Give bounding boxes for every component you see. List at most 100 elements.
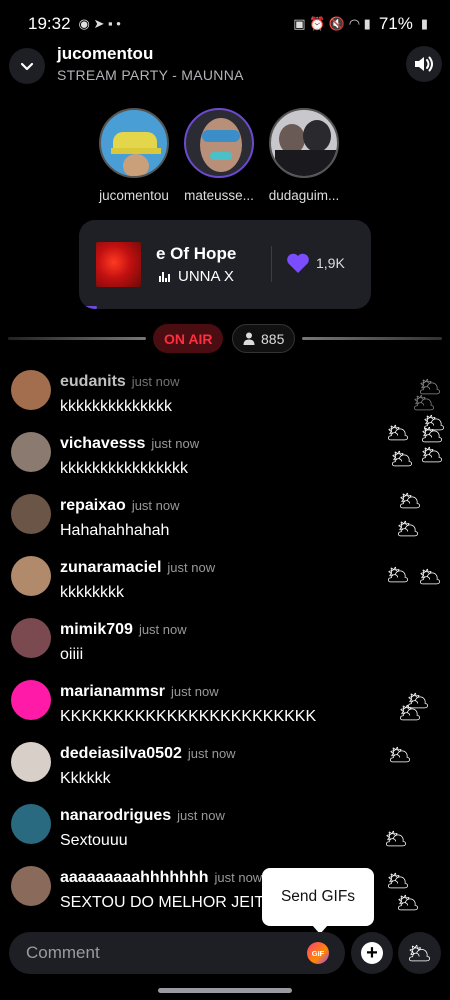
collapse-button[interactable] xyxy=(9,48,45,84)
chat-text: Hahahahhahah xyxy=(60,522,170,539)
participant[interactable]: dudaguim... xyxy=(268,108,340,203)
participant[interactable]: jucomentou xyxy=(98,108,170,203)
chat-username-text: mimik709 xyxy=(60,621,133,638)
divider xyxy=(302,337,442,340)
divider xyxy=(8,337,146,340)
avatar[interactable] xyxy=(11,680,51,720)
notification-icons: ◉ ➤ ▪ • xyxy=(78,16,121,31)
chat-timestamp: just now xyxy=(151,436,200,451)
on-air-badge: ON AIR xyxy=(153,324,224,353)
plus-icon: + xyxy=(361,942,383,964)
avatar[interactable] xyxy=(11,494,51,534)
status-time: 19:32 xyxy=(28,14,71,33)
chat-message: marianammsr just now KKKKKKKKKKKKKKKKKKKK… xyxy=(0,676,400,738)
chat-timestamp: just now xyxy=(167,560,216,575)
chat-message: eudanits just now kkkkkkkkkkkkkk xyxy=(0,368,400,428)
chat-username[interactable]: mimik709 just now xyxy=(60,621,187,639)
chat-text: KKKKKKKKKKKKKKKKKKKKKKKK xyxy=(60,708,317,725)
cloud-sun-icon: 🌥 xyxy=(418,567,443,588)
system-icons: ▣ ⏰ 🔇 ◠ ▮ xyxy=(293,16,371,31)
speaker-icon xyxy=(415,56,433,72)
track-progress-fill xyxy=(79,306,97,309)
status-left: 19:32 ◉ ➤ ▪ • xyxy=(28,14,121,34)
album-art xyxy=(96,242,141,287)
chat-username-text: vichavesss xyxy=(60,435,146,452)
chat-username[interactable]: repaixao just now xyxy=(60,497,180,515)
avatar[interactable] xyxy=(11,432,51,472)
now-playing-card[interactable]: e Of Hope UNNA X 1,9K xyxy=(79,220,371,309)
cloud-sun-icon: 🌥 xyxy=(396,519,421,540)
chat-username[interactable]: eudanits just now xyxy=(60,373,180,391)
person-icon xyxy=(243,332,255,345)
send-gifs-tooltip: Send GIFs xyxy=(262,868,374,934)
chat-username-text: aaaaaaaaahhhhhhh xyxy=(60,869,209,886)
gif-button[interactable]: GIF xyxy=(307,942,329,964)
chat-username-text: nanarodrigues xyxy=(60,807,172,824)
comment-composer: GIF + 🌥 xyxy=(0,932,450,974)
track-progress xyxy=(79,306,371,309)
avatar xyxy=(184,108,254,178)
cloud-sun-icon: 🌥 xyxy=(388,745,413,766)
cloud-sun-icon: 🌥 xyxy=(412,393,437,414)
status-right: ▣ ⏰ 🔇 ◠ ▮ 71% ▮ xyxy=(293,14,428,34)
viewer-count-badge[interactable]: 885 xyxy=(232,324,296,353)
like-count: 1,9K xyxy=(316,255,345,271)
chat-message: zunaramaciel just now kkkkkkkk xyxy=(0,552,400,614)
track-title: e Of Hope xyxy=(156,244,237,263)
cloud-sun-icon: 🌥 xyxy=(384,829,409,850)
chat-username[interactable]: nanarodrigues just now xyxy=(60,807,225,825)
chat-timestamp: just now xyxy=(131,374,180,389)
chat-username[interactable]: dedeiasilva0502 just now xyxy=(60,745,236,763)
chat-username[interactable]: zunaramaciel just now xyxy=(60,559,215,577)
comment-input[interactable] xyxy=(9,932,345,974)
equalizer-icon xyxy=(159,271,170,282)
add-button[interactable]: + xyxy=(351,932,393,974)
avatar[interactable] xyxy=(11,618,51,658)
participant-name: jucomentou xyxy=(99,188,169,203)
cloud-sun-icon: 🌥 xyxy=(398,491,423,512)
chat-username[interactable]: vichavesss just now xyxy=(60,435,199,453)
avatar[interactable] xyxy=(11,804,51,844)
home-indicator[interactable] xyxy=(158,988,292,993)
chat-message: dedeiasilva0502 just now Kkkkkk xyxy=(0,738,400,800)
avatar xyxy=(269,108,339,178)
avatar[interactable] xyxy=(11,866,51,906)
cloud-sun-icon: 🌥 xyxy=(386,871,411,892)
cloud-sun-icon: 🌥 xyxy=(386,423,411,444)
chat-timestamp: just now xyxy=(177,808,225,823)
chat-message: nanarodrigues just now Sextouuu xyxy=(0,800,400,862)
chat-message: mimik709 just now oiiii xyxy=(0,614,400,676)
chat-message: repaixao just now Hahahahhahah xyxy=(0,490,400,552)
chat-list[interactable]: eudanits just now kkkkkkkkkkkkkk vichaves… xyxy=(0,368,450,920)
cloud-sun-icon: 🌥 xyxy=(396,893,421,914)
avatar[interactable] xyxy=(11,556,51,596)
chat-timestamp: just now xyxy=(131,498,180,513)
cloud-sun-icon: 🌥 xyxy=(420,445,445,466)
chat-timestamp: just now xyxy=(170,684,219,699)
chat-username[interactable]: aaaaaaaaahhhhhhh just now xyxy=(60,869,262,887)
track-artist: UNNA X xyxy=(178,268,234,285)
chat-username-text: eudanits xyxy=(60,373,126,390)
cloud-sun-icon: 🌥 xyxy=(398,703,423,724)
participants-row: jucomentou mateusse... dudaguim... xyxy=(98,108,340,203)
cloud-sun-icon: 🌥 xyxy=(386,565,411,586)
chat-timestamp: just now xyxy=(187,746,236,761)
chevron-down-icon xyxy=(20,62,34,71)
reaction-button[interactable]: 🌥 xyxy=(398,932,441,974)
chat-timestamp: just now xyxy=(214,870,263,885)
cloud-sun-icon: 🌥 xyxy=(420,425,445,446)
battery-level: 71% xyxy=(378,14,413,33)
chat-message: vichavesss just now kkkkkkkkkkkkkkkk xyxy=(0,428,400,490)
track-artist-row: UNNA X xyxy=(159,268,234,285)
chat-username-text: zunaramaciel xyxy=(60,559,162,576)
avatar[interactable] xyxy=(11,742,51,782)
chat-username[interactable]: marianammsr just now xyxy=(60,683,219,701)
chat-username-text: dedeiasilva0502 xyxy=(60,745,182,762)
participant[interactable]: mateusse... xyxy=(183,108,255,203)
chat-text: kkkkkkkkkkkkkk xyxy=(60,398,172,415)
like-button[interactable]: 1,9K xyxy=(286,252,345,274)
avatar[interactable] xyxy=(11,370,51,410)
participant-name: mateusse... xyxy=(184,188,254,203)
divider xyxy=(271,246,272,282)
volume-button[interactable] xyxy=(406,46,442,82)
